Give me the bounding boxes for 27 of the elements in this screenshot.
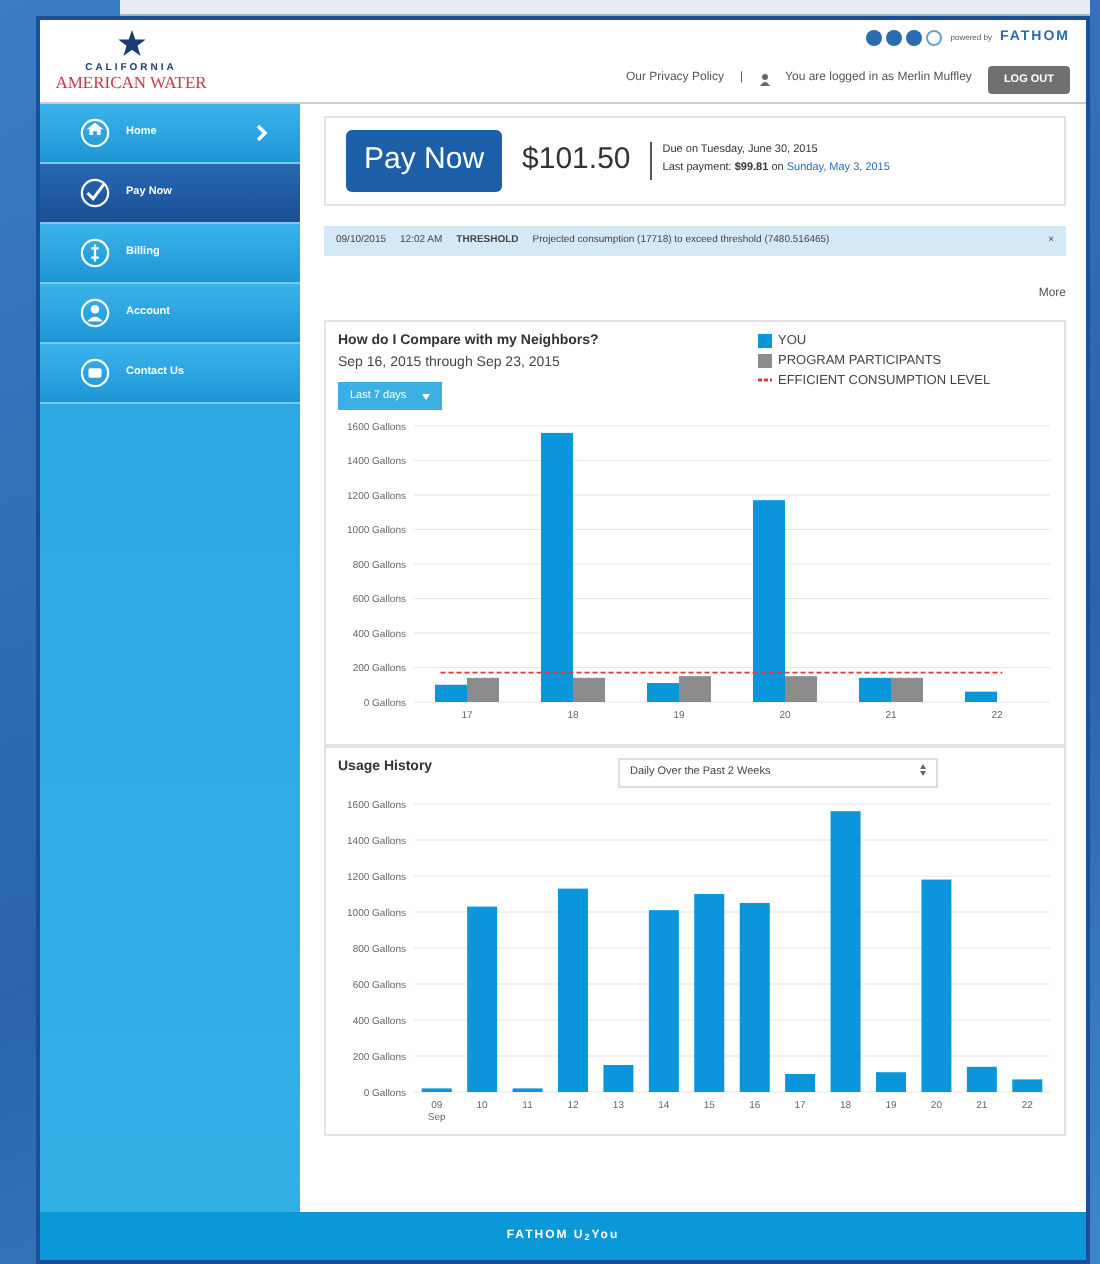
bar: [435, 685, 467, 703]
bar: [876, 1071, 906, 1091]
person-icon: [80, 298, 110, 328]
pay-now-button[interactable]: Pay Now: [346, 130, 503, 191]
bar: [785, 1073, 816, 1091]
social-icons[interactable]: [866, 30, 943, 47]
sort-arrows-icon: [920, 764, 926, 777]
amount-due: $101.50: [522, 140, 631, 180]
legend-swatch: [758, 354, 772, 369]
person-icon: [759, 73, 770, 86]
checkmark-icon: [80, 178, 110, 208]
bar: [467, 678, 499, 703]
bar: [647, 683, 679, 703]
bar: [603, 1064, 634, 1091]
bar: [1012, 1078, 1043, 1091]
bar: [679, 676, 711, 703]
house-icon: [80, 118, 110, 148]
bar: [966, 1065, 997, 1091]
bar: [859, 678, 891, 703]
bar: [965, 692, 997, 703]
dashed-line-swatch: [758, 378, 772, 383]
legend-swatch: [758, 334, 772, 349]
star-icon: [117, 30, 145, 57]
logo-text: AMERICAN WATER: [55, 74, 207, 92]
caret-icon: [422, 393, 431, 400]
bar: [891, 678, 923, 703]
chat-icon: [80, 358, 110, 388]
